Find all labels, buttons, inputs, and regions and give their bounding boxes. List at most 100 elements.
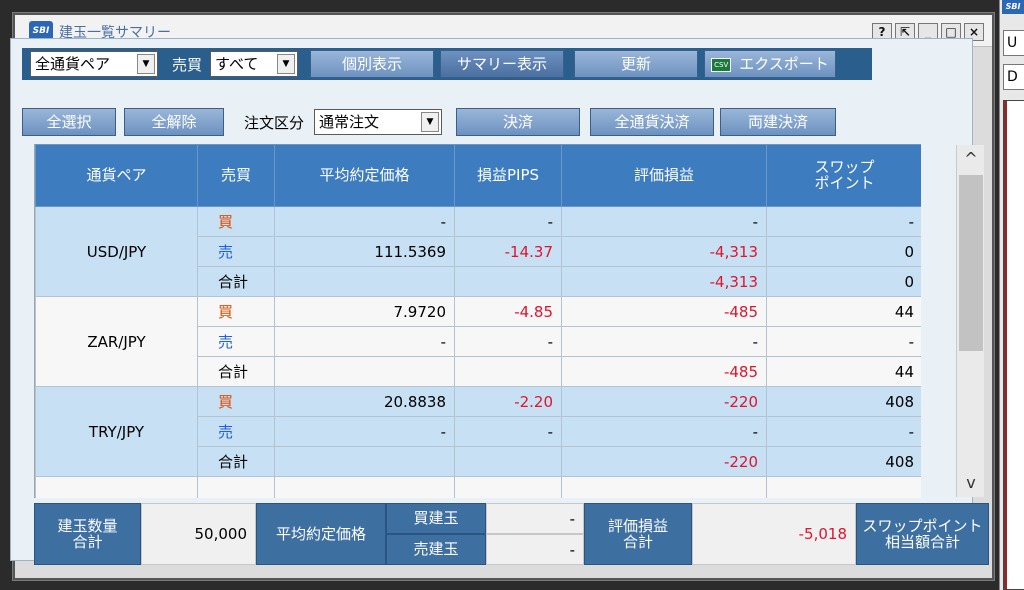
side-filter-label: 売買	[172, 55, 203, 74]
chevron-down-icon[interactable]: ▼	[277, 54, 296, 74]
select-all-button[interactable]: 全選択	[22, 108, 116, 136]
swap-cell: 44	[766, 356, 921, 387]
empty-cell	[274, 476, 455, 498]
order-type-select[interactable]: 通常注文 ▼	[314, 109, 443, 135]
table-row[interactable]: ZAR/JPY 買 7.9720 -4.85 -485 44	[35, 296, 921, 387]
col-header-side[interactable]: 売買	[197, 144, 275, 207]
qty-total-label: 建玉数量 合計	[34, 503, 141, 565]
refresh-button[interactable]: 更新	[574, 50, 699, 78]
price-cell: -	[274, 416, 455, 447]
table-row-empty	[35, 476, 921, 498]
sbi-logo-icon: SBI	[1002, 0, 1024, 14]
positions-table: 通貨ペア 売買 平均約定価格 損益PIPS 評価損益 スワップ ポイント USD/…	[35, 144, 921, 498]
pnl-cell: -4,313	[561, 236, 767, 267]
swap-cell: -	[766, 416, 921, 447]
pnl-cell: -	[561, 416, 767, 447]
pips-cell	[454, 356, 562, 387]
side-cell: 買	[197, 386, 275, 417]
chevron-down-icon[interactable]: ▼	[137, 54, 155, 74]
side-filter-value: すべて	[215, 55, 259, 73]
scroll-up-icon[interactable]: ^	[957, 145, 985, 173]
pair-filter-select[interactable]: 全通貨ペア ▼	[30, 51, 158, 77]
empty-cell	[454, 476, 562, 498]
pair-cell: USD/JPY	[35, 206, 198, 297]
pips-cell: -2.20	[454, 386, 562, 417]
swap-cell: 44	[766, 296, 921, 327]
settle-both-button[interactable]: 両建決済	[720, 108, 837, 136]
empty-cell	[35, 476, 198, 498]
side-cell: 売	[197, 416, 275, 447]
adjacent-window[interactable]: SBI U D	[999, 0, 1024, 590]
pair-cell: ZAR/JPY	[35, 296, 198, 387]
table-row[interactable]: USD/JPY 買 - - - -	[35, 206, 921, 297]
price-cell: 20.8838	[274, 386, 455, 417]
pips-cell: -14.37	[454, 236, 562, 267]
pair-filter-value: 全通貨ペア	[35, 55, 111, 73]
toolbar-secondary: 全選択 全解除 注文区分 通常注文 ▼ 決済 全通貨決済 両建決済	[22, 106, 837, 138]
sell-position-label: 売建玉	[386, 534, 486, 565]
col-header-pips[interactable]: 損益PIPS	[454, 144, 562, 207]
toolbar-primary: 全通貨ペア ▼ 売買 すべて ▼ 個別表示 サマリー表示 更新 CSV エクスポー…	[22, 48, 872, 80]
summary-view-button[interactable]: サマリー表示	[440, 50, 565, 78]
sell-position-value: -	[486, 534, 584, 565]
order-type-value: 通常注文	[319, 113, 380, 131]
buy-position-label: 買建玉	[386, 503, 486, 534]
col-header-swap[interactable]: スワップ ポイント	[766, 144, 921, 207]
export-button-label: エクスポート	[739, 55, 829, 73]
swap-cell: -	[766, 326, 921, 357]
side-cell: 売	[197, 236, 275, 267]
adjacent-chart-area[interactable]	[1003, 100, 1024, 590]
swap-total-label: スワップポイント 相当額合計	[856, 503, 989, 565]
col-header-pnl[interactable]: 評価損益	[561, 144, 767, 207]
export-button[interactable]: CSV エクスポート	[704, 50, 837, 78]
summary-footer: 建玉数量 合計 50,000 平均約定価格 買建玉 - 売建玉 - 評価損益 合…	[34, 503, 989, 565]
pips-cell: -	[454, 416, 562, 447]
table-row[interactable]: TRY/JPY 買 20.8838 -2.20 -220 408	[35, 386, 921, 477]
price-cell	[274, 266, 455, 297]
swap-cell: -	[766, 206, 921, 237]
settle-all-button[interactable]: 全通貨決済	[590, 108, 715, 136]
pips-cell: -	[454, 326, 562, 357]
pips-cell	[454, 446, 562, 477]
side-cell: 買	[197, 206, 275, 237]
swap-cell: 0	[766, 236, 921, 267]
pnl-total-value: -5,018	[692, 503, 856, 565]
qty-total-value: 50,000	[141, 503, 256, 565]
adjacent-field-1[interactable]: U	[1003, 30, 1024, 56]
swap-total-label-line1: スワップポイント	[862, 516, 983, 535]
table-scrollbar[interactable]: ^ v	[956, 145, 984, 497]
scroll-down-icon[interactable]: v	[957, 469, 985, 497]
pips-cell: -	[454, 206, 562, 237]
pnl-cell: -	[561, 206, 767, 237]
chevron-down-icon[interactable]: ▼	[421, 112, 440, 132]
swap-cell: 0	[766, 266, 921, 297]
swap-cell: 408	[766, 386, 921, 417]
side-cell: 合計	[197, 266, 275, 297]
price-cell	[274, 356, 455, 387]
empty-cell	[561, 476, 767, 498]
price-cell: 111.5369	[274, 236, 455, 267]
pnl-cell: -485	[561, 356, 767, 387]
adjacent-chart-edge	[1004, 101, 1007, 589]
buy-position-value: -	[486, 503, 584, 534]
qty-total-label-line1: 建玉数量	[57, 516, 118, 535]
price-cell: 7.9720	[274, 296, 455, 327]
individual-view-button[interactable]: 個別表示	[310, 50, 435, 78]
deselect-all-button[interactable]: 全解除	[124, 108, 224, 136]
col-header-pair[interactable]: 通貨ペア	[35, 144, 198, 207]
pnl-cell: -	[561, 326, 767, 357]
avg-price-summary-label: 平均約定価格	[256, 503, 386, 565]
side-cell: 買	[197, 296, 275, 327]
side-cell: 売	[197, 326, 275, 357]
scroll-thumb[interactable]	[959, 175, 983, 351]
adjacent-field-2[interactable]: D	[1003, 64, 1024, 90]
price-cell: -	[274, 206, 455, 237]
price-cell: -	[274, 326, 455, 357]
csv-icon: CSV	[711, 57, 732, 72]
settle-button[interactable]: 決済	[456, 108, 581, 136]
side-cell: 合計	[197, 446, 275, 477]
side-filter-select[interactable]: すべて ▼	[210, 51, 299, 77]
empty-cell	[197, 476, 275, 498]
col-header-avg-price[interactable]: 平均約定価格	[274, 144, 455, 207]
swap-cell: 408	[766, 446, 921, 477]
